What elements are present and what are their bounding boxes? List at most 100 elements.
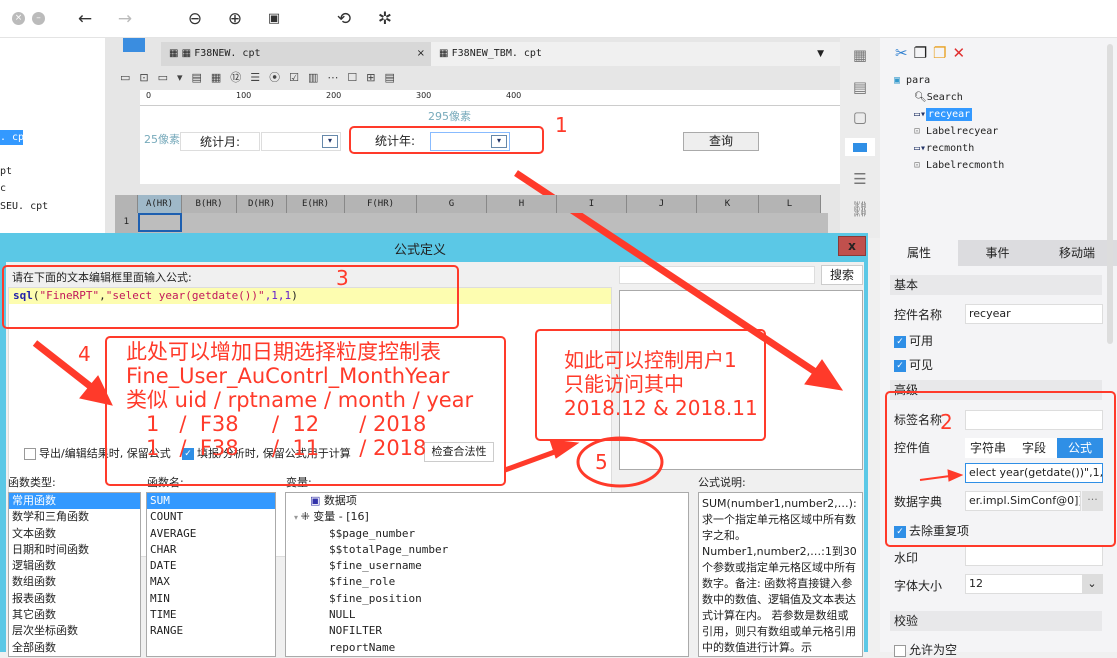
copy-icon[interactable]: ❐ <box>914 44 933 62</box>
list-item[interactable]: formletName <box>326 656 688 657</box>
cut-icon[interactable]: ✂ <box>895 44 914 62</box>
zoom-in-icon[interactable]: ⊕ <box>224 9 246 29</box>
search-widget-icon[interactable] <box>123 38 145 52</box>
query-button[interactable]: 查询 <box>683 132 759 151</box>
selected-cell[interactable] <box>138 213 182 232</box>
column-header[interactable]: E(HR) <box>287 195 345 213</box>
allow-empty-checkbox[interactable]: 允许为空 <box>894 641 957 658</box>
link-icon[interactable]: ⛓ <box>850 200 870 218</box>
list-item[interactable]: SUM <box>147 493 275 510</box>
enabled-checkbox[interactable]: ✓ 可用 <box>894 332 933 349</box>
tree-item[interactable]: ⊡ Labelrecyear <box>914 126 998 137</box>
close-circle-icon[interactable]: × <box>12 12 25 25</box>
list-item[interactable]: $fine_position <box>326 591 688 607</box>
list-item[interactable]: 层次坐标函数 <box>9 623 140 639</box>
grid-corner[interactable] <box>115 195 138 213</box>
list-item[interactable]: DATE <box>147 558 275 574</box>
year-label[interactable]: 统计年: <box>360 132 430 151</box>
tab-f38new[interactable]: ▦ ▦ F38NEW. cpt × <box>161 42 431 66</box>
frame-icon[interactable]: ▢ <box>850 108 870 126</box>
type-formula[interactable]: 公式 <box>1057 438 1103 458</box>
row-header[interactable]: 1 <box>115 213 138 233</box>
watermark-input[interactable] <box>965 546 1103 566</box>
tag-name-input[interactable] <box>965 410 1103 430</box>
list-item[interactable]: $$totalPage_number <box>326 542 688 558</box>
list-item[interactable]: $fine_role <box>326 574 688 590</box>
dict-input[interactable]: er.impl.SimConf@0]] <box>965 491 1081 511</box>
tab-mobile[interactable]: 移动端 <box>1037 240 1117 266</box>
list-item[interactable]: 数组函数 <box>9 574 140 590</box>
list-item[interactable]: 报表函数 <box>9 591 140 607</box>
column-header[interactable]: D(HR) <box>237 195 287 213</box>
combo-widget-icon[interactable] <box>845 138 875 156</box>
list-item[interactable]: MAX <box>147 574 275 590</box>
column-header[interactable]: A(HR) <box>138 195 182 213</box>
column-header[interactable]: H <box>487 195 557 213</box>
list-item[interactable]: $fine_username <box>326 558 688 574</box>
forward-icon[interactable]: → <box>114 9 136 29</box>
list-item[interactable]: COUNT <box>147 509 275 525</box>
list-item[interactable]: 常用函数 <box>9 493 140 510</box>
list-item[interactable]: MIN <box>147 591 275 607</box>
file-item[interactable]: pt <box>0 166 12 177</box>
list-item[interactable]: NULL <box>326 607 688 623</box>
function-type-list[interactable]: 常用函数 数学和三角函数 文本函数 日期和时间函数 逻辑函数 数组函数 报表函数 其它函数 层次… <box>8 492 141 657</box>
tree-item-data[interactable]: ▣ 数据项 <box>286 493 688 509</box>
paste-icon[interactable]: ❐ <box>933 44 952 62</box>
variable-tree[interactable]: ▣ 数据项 ▾ ⁜ 变量 - [16] $$page_number $$total… <box>285 492 689 657</box>
column-header[interactable]: G <box>417 195 487 213</box>
list-item[interactable]: RANGE <box>147 623 275 639</box>
column-header[interactable]: B(HR) <box>182 195 237 213</box>
list-item[interactable]: 文本函数 <box>9 526 140 542</box>
list-icon[interactable]: ☰ <box>850 170 870 188</box>
tab-properties[interactable]: 属性 <box>880 240 958 266</box>
section-advanced[interactable]: 高级 <box>890 380 1102 400</box>
type-string[interactable]: 字符串 <box>965 438 1011 458</box>
tab-close-icon[interactable]: × <box>417 42 425 66</box>
dedupe-checkbox[interactable]: ✓ 去除重复项 <box>894 522 969 539</box>
zoom-out-icon[interactable]: ⊖ <box>184 9 206 29</box>
column-header[interactable]: K <box>697 195 759 213</box>
list-item[interactable]: 日期和时间函数 <box>9 542 140 558</box>
column-header[interactable]: I <box>557 195 627 213</box>
visible-checkbox[interactable]: ✓ 可见 <box>894 356 933 373</box>
widget-toolbar[interactable]: ▭⊡▭▾▤▦⑫☰⦿☑▥⋯☐⊞▤ <box>120 69 404 85</box>
month-combo[interactable]: ▾ <box>261 132 341 151</box>
list-item[interactable]: TIME <box>147 607 275 623</box>
delete-icon[interactable]: ✕ <box>952 44 971 62</box>
search-button[interactable]: 搜索 <box>821 265 863 285</box>
tab-menu-icon[interactable]: ▼ <box>817 42 824 66</box>
widget-name-input[interactable]: recyear <box>965 304 1103 324</box>
tree-item[interactable]: ⊡ Labelrecmonth <box>914 160 1004 171</box>
list-item[interactable]: $$page_number <box>326 526 688 542</box>
rotate-icon[interactable]: ⟲ <box>333 9 355 29</box>
function-search-input[interactable] <box>619 266 815 284</box>
file-item[interactable]: SEU. cpt <box>0 201 48 212</box>
year-combo[interactable]: ▾ <box>430 132 510 151</box>
formula-value-input[interactable]: elect year(getdate())",1,1) <box>965 463 1103 483</box>
section-validate[interactable]: 校验 <box>890 611 1102 631</box>
list-item[interactable]: reportName <box>326 640 688 656</box>
month-label[interactable]: 统计月: <box>180 132 260 151</box>
layout-icon[interactable]: ▦ <box>850 46 870 64</box>
grid-row[interactable] <box>138 213 828 233</box>
minimize-circle-icon[interactable]: – <box>32 12 45 25</box>
tree-item-vars[interactable]: ▾ ⁜ 变量 - [16] <box>286 509 688 525</box>
fit-page-icon[interactable]: ▣ <box>263 11 285 26</box>
tab-events[interactable]: 事件 <box>958 240 1037 266</box>
back-icon[interactable]: ← <box>74 9 96 29</box>
tab-f38new-tbm[interactable]: ▦ F38NEW_TBM. cpt ▼ <box>431 42 840 66</box>
list-item[interactable]: 逻辑函数 <box>9 558 140 574</box>
list-item[interactable]: 数学和三角函数 <box>9 509 140 525</box>
file-item[interactable]: c <box>0 183 6 194</box>
column-header[interactable]: L <box>759 195 821 213</box>
info-icon[interactable]: ▤ <box>850 78 870 96</box>
list-item[interactable]: AVERAGE <box>147 526 275 542</box>
font-size-select[interactable]: 12 ⌄ <box>965 574 1103 594</box>
column-header[interactable]: J <box>627 195 697 213</box>
scrollbar[interactable] <box>1107 44 1113 344</box>
file-item[interactable]: . cpt <box>0 130 30 145</box>
function-name-list[interactable]: SUM COUNT AVERAGE CHAR DATE MAX MIN TIME RANGE <box>146 492 276 657</box>
list-item[interactable]: 其它函数 <box>9 607 140 623</box>
close-button[interactable]: x <box>838 236 866 256</box>
